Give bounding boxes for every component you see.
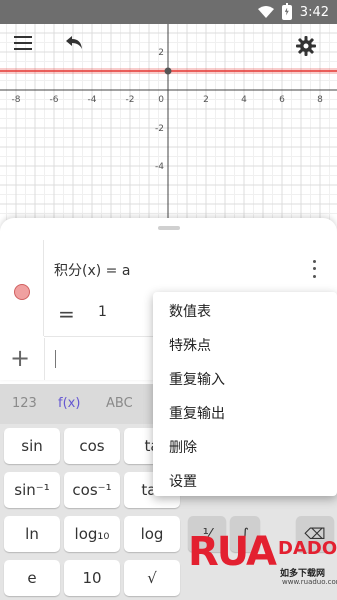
x-tick-label: -8	[12, 95, 21, 105]
graph-view[interactable]: -8-6-4-2246842-2-40	[0, 24, 337, 220]
watermark-brand-2: DADO	[278, 538, 337, 559]
status-time: 3:42	[299, 4, 329, 20]
x-tick-label: 2	[203, 95, 209, 105]
key-pow10[interactable]: 10	[64, 560, 120, 596]
y-tick-label: -2	[155, 124, 164, 134]
x-tick-label: -4	[88, 95, 97, 105]
gear-icon	[296, 36, 316, 56]
visibility-column	[0, 240, 44, 336]
battery-icon	[281, 2, 292, 20]
y-tick-label: 2	[158, 48, 164, 58]
watermark-brand: RUA	[188, 529, 277, 575]
menu-button[interactable]	[14, 36, 42, 64]
add-input-button[interactable]: +	[10, 346, 30, 370]
key-ln[interactable]: ln	[4, 516, 60, 552]
key-arcsin[interactable]: sin⁻¹	[4, 472, 60, 508]
more-options-button[interactable]	[306, 258, 322, 280]
key-arccos[interactable]: cos⁻¹	[64, 472, 120, 508]
text-caret	[55, 350, 56, 368]
menu-item-table[interactable]: 数值表	[169, 301, 211, 321]
settings-button[interactable]	[296, 36, 324, 64]
drag-handle[interactable]	[158, 226, 180, 230]
tab-functions[interactable]: f(x)	[58, 396, 80, 411]
dot	[312, 267, 316, 271]
key-log10[interactable]: log₁₀	[64, 516, 120, 552]
key-exp[interactable]: e	[4, 560, 60, 596]
y-tick-label: -4	[155, 162, 164, 172]
x-tick-label: 6	[279, 95, 285, 105]
menu-item-special-points[interactable]: 特殊点	[169, 335, 211, 355]
expression-text[interactable]: 积分(x) = a	[54, 260, 130, 280]
menu-item-duplicate-output[interactable]: 重复输出	[169, 403, 225, 423]
x-tick-label: 8	[317, 95, 323, 105]
tab-123[interactable]: 123	[12, 396, 37, 411]
key-cos[interactable]: cos	[64, 428, 120, 464]
graph-canvas[interactable]: -8-6-4-2246842-2-40	[0, 24, 337, 220]
x-tick-label: -6	[50, 95, 59, 105]
watermark-url: www.ruaduo.com	[282, 578, 337, 586]
undo-button[interactable]	[64, 36, 92, 64]
x-tick-label: -2	[126, 95, 135, 105]
dot	[312, 274, 316, 278]
intersection-point	[164, 67, 172, 75]
undo-icon	[66, 36, 82, 49]
key-sin[interactable]: sin	[4, 428, 60, 464]
dot	[312, 260, 316, 264]
key-logb[interactable]: log	[124, 516, 180, 552]
tab-abc[interactable]: ABC	[106, 396, 133, 411]
key-nroot[interactable]: √	[124, 560, 180, 596]
context-menu: 数值表 特殊点 重复输入 重复输出 删除 设置	[153, 292, 337, 496]
menu-item-delete[interactable]: 删除	[169, 437, 197, 457]
visibility-toggle[interactable]	[14, 284, 30, 300]
watermark-logo: RUA DADO 如多下载网 www.ruaduo.com	[188, 522, 337, 600]
x-tick-label: 4	[241, 95, 247, 105]
hamburger-icon	[14, 36, 32, 50]
status-bar: 3:42	[0, 0, 337, 24]
wifi-icon	[257, 6, 274, 18]
menu-item-duplicate-input[interactable]: 重复输入	[169, 369, 225, 389]
output-value: 1	[98, 304, 107, 320]
origin-label: 0	[158, 95, 164, 105]
menu-item-settings[interactable]: 设置	[169, 471, 197, 491]
equals-sign: =	[58, 302, 75, 326]
